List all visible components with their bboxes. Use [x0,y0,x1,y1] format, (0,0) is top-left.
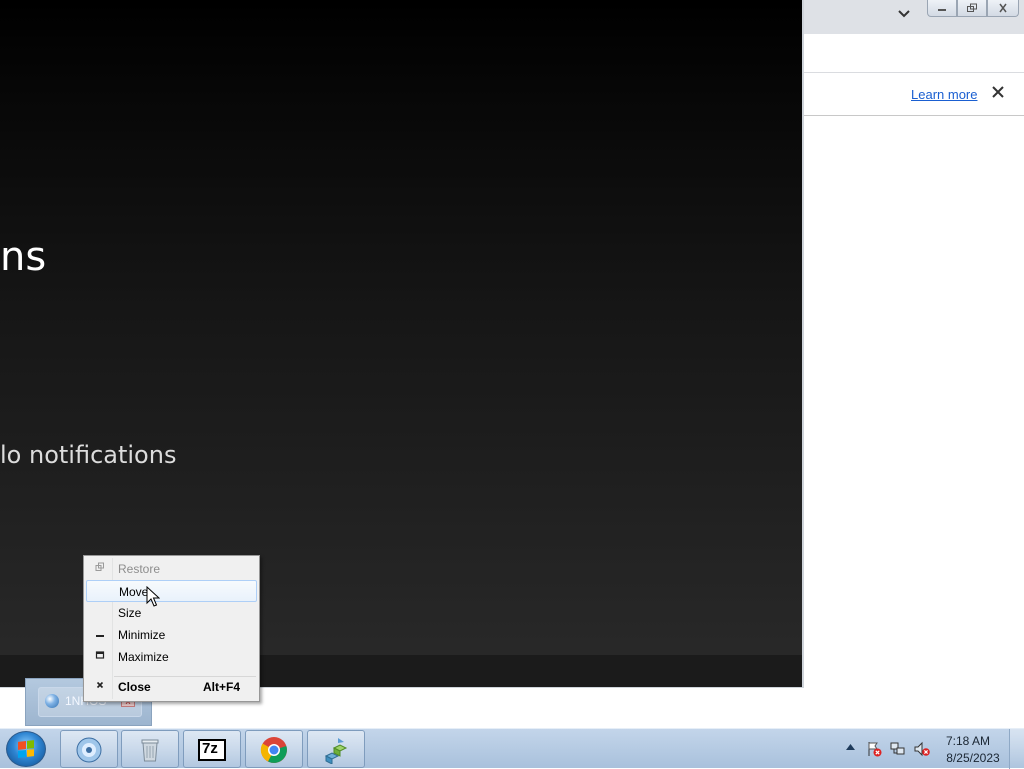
menu-item-minimize[interactable]: Minimize [86,624,257,646]
maximize-icon [94,650,106,662]
menu-item-label: Restore [118,562,161,576]
show-desktop-button[interactable] [1009,729,1024,769]
menu-item-label: Close [118,680,151,694]
tab-search-chevron-icon[interactable] [897,6,913,24]
taskbar: 7z 7:18 AM 8/25/2023 [0,728,1024,769]
restore-icon [94,562,106,574]
close-window-button[interactable] [987,0,1019,17]
action-center-flag-icon[interactable] [866,741,882,757]
taskbar-network-app-button[interactable] [307,730,365,768]
taskbar-7zip-button[interactable]: 7z [183,730,241,768]
no-notifications-message: lo notifications [0,441,177,469]
seven-zip-label: 7z [202,740,218,757]
learn-more-link[interactable]: Learn more [911,87,977,102]
windows-logo-icon [18,740,34,758]
clock-time[interactable]: 7:18 AM [944,734,992,748]
menu-item-maximize[interactable]: Maximize [86,646,257,668]
close-icon [94,680,106,692]
recycle-bin-icon [141,739,159,762]
menu-item-move[interactable]: Move [86,580,257,602]
taskbar-recycle-bin-button[interactable] [121,730,179,768]
minimize-icon [94,628,106,640]
chrome-icon [260,737,287,763]
close-shortcut: Alt+F4 [202,680,240,694]
clock-date[interactable]: 8/25/2023 [944,751,1002,765]
start-button[interactable] [6,731,46,767]
restore-window-button[interactable] [957,0,987,17]
menu-item-label: Maximize [118,650,169,664]
taskbar-chrome-button[interactable] [245,730,303,768]
menu-item-label: Minimize [118,628,166,642]
show-hidden-icons-icon[interactable] [846,742,855,753]
menu-item-restore[interactable]: Restore [86,558,257,580]
mouse-pointer-icon [146,586,160,607]
menu-item-close[interactable]: Close Alt+F4 [86,676,257,698]
minimize-window-button[interactable] [927,0,957,17]
window-context-menu: Restore Move Size Minimize Maximize Clos… [83,555,260,702]
network-icon[interactable] [890,741,906,757]
menu-item-label: Move [119,585,149,599]
volume-muted-icon[interactable] [914,741,930,757]
window-caption-buttons [927,0,1019,18]
infobar-close-icon[interactable] [991,83,1005,104]
notifications-title: ns [0,234,47,280]
app-globe-icon [45,694,59,708]
media-disc-icon [76,737,102,763]
menu-item-label: Size [118,606,142,620]
menu-item-size[interactable]: Size [86,602,257,624]
network-cubes-icon [324,738,348,764]
taskbar-media-player-button[interactable] [60,730,118,768]
